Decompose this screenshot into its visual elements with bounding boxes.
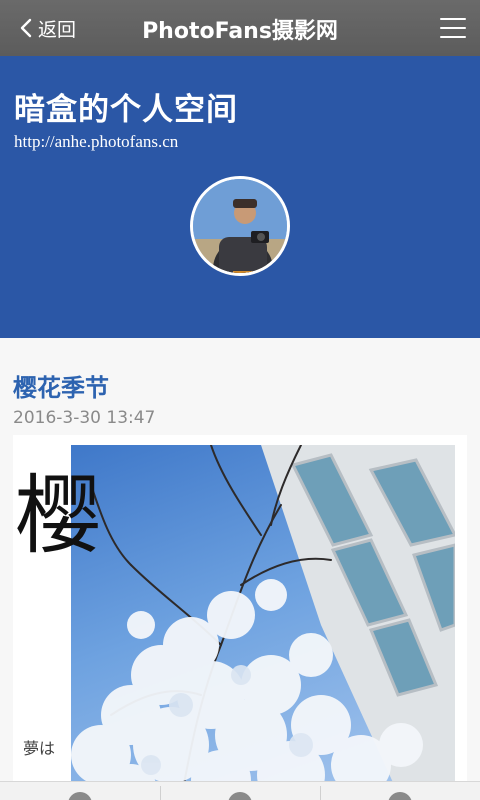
post-image[interactable]: 樱 夢は [13, 435, 467, 800]
bottom-tab-2[interactable] [160, 782, 320, 800]
tab-icon-2 [228, 792, 252, 800]
post-card[interactable]: 樱花季节 2016-3-30 13:47 樱 夢は [0, 338, 480, 800]
post-date: 2016-3-30 13:47 [13, 408, 156, 428]
post-title[interactable]: 樱花季节 [13, 368, 109, 403]
image-caption: 夢は [23, 739, 56, 758]
calligraphy-character: 樱 [15, 466, 101, 565]
svg-text:樱: 樱 [15, 466, 101, 565]
tab-icon-1 [68, 792, 92, 800]
tab-icon-3 [388, 792, 412, 800]
bottom-toolbar [0, 781, 480, 800]
profile-header: 暗盒的个人空间 http://anhe.photofans.cn [0, 56, 480, 338]
back-button[interactable]: 返回 [20, 14, 76, 42]
space-url-link[interactable]: http://anhe.photofans.cn [14, 132, 178, 152]
avatar-photo [193, 179, 287, 273]
hamburger-menu-icon[interactable] [440, 17, 466, 39]
avatar[interactable] [190, 176, 290, 276]
back-button-label: 返回 [38, 18, 77, 41]
space-title: 暗盒的个人空间 [14, 92, 238, 128]
top-navigation-bar: 返回 PhotoFans摄影网 [0, 0, 480, 56]
chevron-left-icon [20, 18, 32, 38]
bottom-tab-3[interactable] [320, 782, 480, 800]
bottom-tab-1[interactable] [0, 782, 160, 800]
